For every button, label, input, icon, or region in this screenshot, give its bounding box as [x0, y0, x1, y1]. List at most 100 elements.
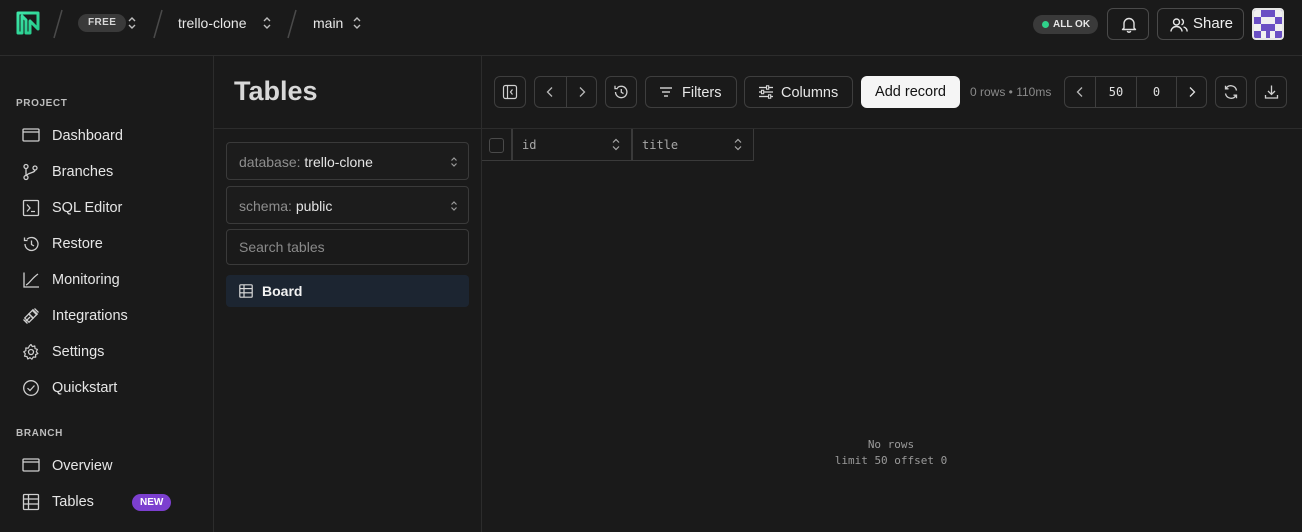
sidebar-item-label: Restore: [52, 236, 103, 252]
history-forward-button[interactable]: [567, 77, 597, 107]
sidebar-item-quickstart[interactable]: Quickstart: [22, 376, 202, 400]
sidebar-item-tables[interactable]: Tables NEW: [22, 490, 202, 514]
column-name: title: [642, 138, 679, 152]
status-dot-icon: [1042, 21, 1049, 28]
sidebar: PROJECT Dashboard Branches SQL Editor Re…: [0, 56, 214, 532]
empty-state: No rows limit 50 offset 0: [482, 437, 1300, 469]
section-label-branch: BRANCH: [16, 428, 63, 439]
database-label: database:: [239, 154, 301, 170]
sidebar-item-monitoring[interactable]: Monitoring: [22, 268, 202, 292]
search-tables-input[interactable]: [227, 230, 468, 264]
sidebar-item-label: Overview: [52, 458, 113, 474]
schema-label: schema:: [239, 198, 292, 214]
columns-button[interactable]: Columns: [744, 76, 853, 108]
search-tables-field: [226, 229, 469, 265]
sort-icon: [734, 138, 742, 151]
offset-input[interactable]: 0: [1136, 77, 1176, 107]
add-record-button[interactable]: Add record: [861, 76, 960, 108]
chevron-right-icon: [1189, 87, 1196, 97]
filter-icon: [660, 87, 672, 97]
chevron-updown-icon[interactable]: [127, 16, 137, 30]
filters-label: Filters: [682, 85, 722, 101]
chevron-left-icon: [546, 87, 553, 97]
refresh-icon: [1224, 85, 1238, 99]
empty-state-title: No rows: [867, 438, 915, 451]
empty-state-detail: limit 50 offset 0: [834, 454, 948, 467]
chevron-updown-icon: [451, 201, 457, 211]
breadcrumb-separator-icon: [53, 9, 63, 39]
tables-panel: Tables database: trello-clone schema: pu…: [214, 56, 482, 532]
avatar-pattern-icon: [1254, 10, 1282, 38]
history-back-button[interactable]: [535, 77, 566, 107]
branch-selector[interactable]: main: [313, 13, 343, 33]
sidebar-item-branches[interactable]: Branches: [22, 160, 202, 184]
sidebar-item-dashboard[interactable]: Dashboard: [22, 124, 202, 148]
status-badge[interactable]: ALL OK: [1033, 15, 1099, 34]
page-title: Tables: [234, 76, 318, 106]
sql-editor-icon: [22, 199, 40, 217]
chevron-right-icon: [579, 87, 586, 97]
restore-icon: [23, 236, 39, 252]
history-icon: [614, 85, 628, 99]
database-select[interactable]: database: trello-clone: [226, 142, 469, 180]
table-icon: [239, 284, 253, 298]
limit-input[interactable]: 50: [1095, 77, 1136, 107]
sidebar-item-overview[interactable]: Overview: [22, 454, 202, 478]
column-name: id: [522, 138, 537, 152]
columns-label: Columns: [781, 85, 839, 101]
chevron-updown-icon[interactable]: [352, 16, 362, 30]
notifications-button[interactable]: [1107, 8, 1149, 40]
users-icon: [1170, 18, 1188, 32]
data-grid-area: Filters Columns Add record 0 rows • 110m…: [482, 56, 1302, 532]
top-bar: FREE trello-clone main ALL OK Share: [0, 0, 1302, 56]
sidebar-item-sql-editor[interactable]: SQL Editor: [22, 196, 202, 220]
history-nav-group: [534, 76, 597, 108]
sidebar-item-integrations[interactable]: Integrations: [22, 304, 202, 328]
schema-select[interactable]: schema: public: [226, 186, 469, 224]
branches-icon: [23, 163, 38, 181]
dashboard-icon: [22, 128, 40, 142]
plan-badge[interactable]: FREE: [78, 14, 127, 32]
integrations-icon: [23, 308, 39, 324]
chevron-left-icon: [1076, 87, 1083, 97]
avatar[interactable]: [1252, 8, 1284, 40]
breadcrumb-separator-icon: [153, 9, 163, 39]
project-selector[interactable]: trello-clone: [178, 13, 246, 33]
sidebar-item-label: Quickstart: [52, 380, 118, 396]
sidebar-item-label: Settings: [52, 344, 105, 360]
pagination-control: 50 0: [1064, 76, 1207, 108]
column-header-title[interactable]: title: [632, 129, 754, 161]
database-value: trello-clone: [304, 154, 373, 170]
filters-button[interactable]: Filters: [645, 76, 737, 108]
tables-icon: [22, 493, 40, 511]
table-list-item-board[interactable]: Board: [226, 275, 469, 307]
share-button[interactable]: Share: [1157, 8, 1244, 40]
sidebar-item-label: SQL Editor: [52, 200, 123, 216]
status-text: ALL OK: [1053, 19, 1091, 30]
history-button[interactable]: [605, 76, 637, 108]
column-header-id[interactable]: id: [512, 129, 632, 161]
download-icon: [1264, 85, 1279, 99]
settings-icon: [23, 343, 39, 360]
overview-icon: [22, 458, 40, 472]
next-page-button[interactable]: [1176, 77, 1206, 107]
toggle-sidebar-button[interactable]: [494, 76, 526, 108]
select-all-checkbox[interactable]: [489, 138, 504, 153]
new-badge: NEW: [132, 494, 172, 511]
refresh-button[interactable]: [1215, 76, 1247, 108]
logo-icon[interactable]: [15, 10, 41, 36]
section-label-project: PROJECT: [16, 98, 68, 109]
schema-value: public: [295, 198, 333, 214]
sidebar-item-label: Tables: [52, 494, 94, 510]
table-name: Board: [262, 283, 303, 299]
chevron-updown-icon: [451, 157, 457, 167]
divider: [214, 128, 482, 129]
sidebar-item-settings[interactable]: Settings: [22, 340, 202, 364]
sidebar-item-restore[interactable]: Restore: [22, 232, 202, 256]
previous-page-button[interactable]: [1065, 77, 1095, 107]
export-button[interactable]: [1255, 76, 1287, 108]
sidebar-item-label: Branches: [52, 164, 114, 180]
chevron-updown-icon[interactable]: [262, 16, 272, 30]
bell-icon: [1121, 17, 1137, 33]
monitoring-icon: [23, 272, 39, 288]
